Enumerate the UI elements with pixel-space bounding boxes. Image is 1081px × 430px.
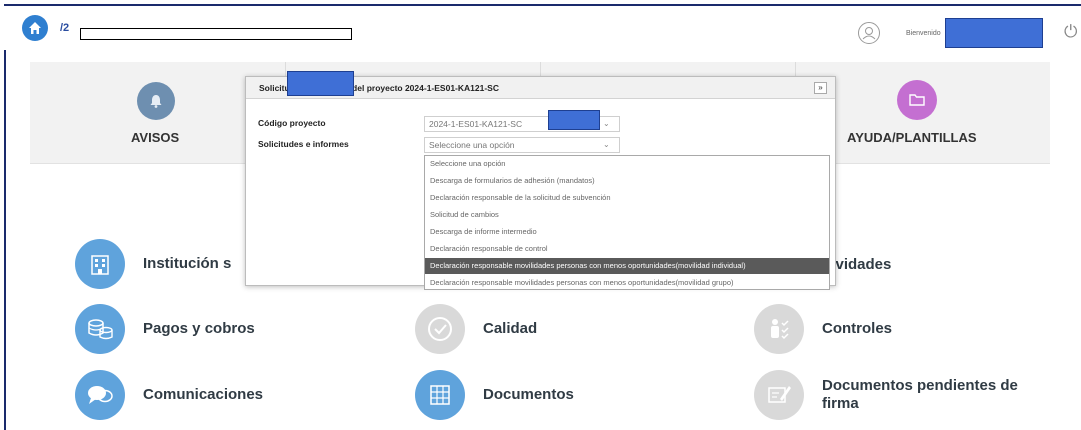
coins-icon bbox=[75, 304, 125, 354]
menu-documentos-pendientes[interactable]: Documentos pendientes de firma bbox=[754, 370, 1018, 420]
documentos-pendientes-label: Documentos pendientes de firma bbox=[822, 377, 1018, 413]
pagos-label: Pagos y cobros bbox=[143, 320, 255, 337]
menu-calidad[interactable]: Calidad bbox=[415, 304, 537, 354]
solicitudes-value: Seleccione una opción bbox=[429, 140, 515, 150]
solicitudes-dropdown-list: Seleccione una opción Descarga de formul… bbox=[424, 155, 830, 290]
codigo-redaction bbox=[548, 110, 600, 130]
dropdown-option[interactable]: Declaración responsable de la solicitud … bbox=[425, 190, 829, 206]
dropdown-option[interactable]: Descarga de formularios de adhesión (man… bbox=[425, 173, 829, 189]
avisos-label[interactable]: AVISOS bbox=[131, 130, 179, 145]
dropdown-option[interactable]: Declaración responsable movilidades pers… bbox=[425, 275, 829, 291]
chat-bubble-icon bbox=[75, 370, 125, 420]
sign-document-icon bbox=[754, 370, 804, 420]
project-code-redaction bbox=[287, 71, 354, 96]
menu-documentos[interactable]: Documentos bbox=[415, 370, 574, 420]
menu-pagos[interactable]: Pagos y cobros bbox=[75, 304, 255, 354]
bell-icon[interactable] bbox=[137, 82, 175, 120]
institucion-label: Institución s bbox=[143, 255, 232, 272]
folder-icon[interactable] bbox=[897, 80, 937, 120]
dropdown-option-selected[interactable]: Declaración responsable movilidades pers… bbox=[425, 258, 829, 274]
person-checklist-icon bbox=[754, 304, 804, 354]
menu-institucion[interactable]: Institución s bbox=[75, 239, 231, 289]
menu-comunicaciones[interactable]: Comunicaciones bbox=[75, 370, 263, 420]
dropdown-option[interactable]: Declaración responsable de control bbox=[425, 241, 829, 257]
username-redaction bbox=[945, 18, 1043, 48]
comunicaciones-label: Comunicaciones bbox=[143, 386, 264, 403]
breadcrumb-redaction bbox=[80, 28, 352, 40]
home-button[interactable] bbox=[22, 15, 48, 41]
dropdown-option[interactable]: Seleccione una opción bbox=[425, 156, 829, 172]
solicitudes-select[interactable]: Seleccione una opción bbox=[424, 137, 620, 153]
power-icon[interactable]: ⏻ bbox=[1064, 22, 1077, 42]
controles-label: Controles bbox=[822, 320, 893, 337]
welcome-text: Bienvenido bbox=[906, 30, 941, 37]
breadcrumb[interactable]: /2 bbox=[60, 22, 69, 34]
chevron-down-icon: ⌄ bbox=[603, 140, 610, 149]
codigo-proyecto-value: 2024-1-ES01-KA121-SC bbox=[429, 119, 523, 129]
dropdown-option[interactable]: Solicitud de cambios bbox=[425, 207, 829, 223]
home-icon bbox=[29, 22, 41, 34]
chevron-down-icon: ⌄ bbox=[603, 119, 610, 128]
menu-controles[interactable]: Controles bbox=[754, 304, 892, 354]
ayuda-label[interactable]: AYUDA/PLANTILLAS bbox=[847, 130, 977, 145]
solicitudes-label: Solicitudes e informes bbox=[258, 139, 349, 149]
user-avatar-icon[interactable] bbox=[858, 22, 880, 44]
building-icon bbox=[75, 239, 125, 289]
quality-badge-icon bbox=[415, 304, 465, 354]
codigo-proyecto-label: Código proyecto bbox=[258, 118, 326, 128]
documentos-label: Documentos bbox=[483, 386, 574, 403]
pendientes-line2: firma bbox=[822, 395, 859, 412]
dropdown-option[interactable]: Descarga de informe intermedio bbox=[425, 224, 829, 240]
pendientes-line1: Documentos pendientes de bbox=[822, 377, 1018, 394]
modal-close-button[interactable]: » bbox=[814, 82, 827, 94]
calidad-label: Calidad bbox=[483, 320, 538, 337]
documents-icon bbox=[415, 370, 465, 420]
